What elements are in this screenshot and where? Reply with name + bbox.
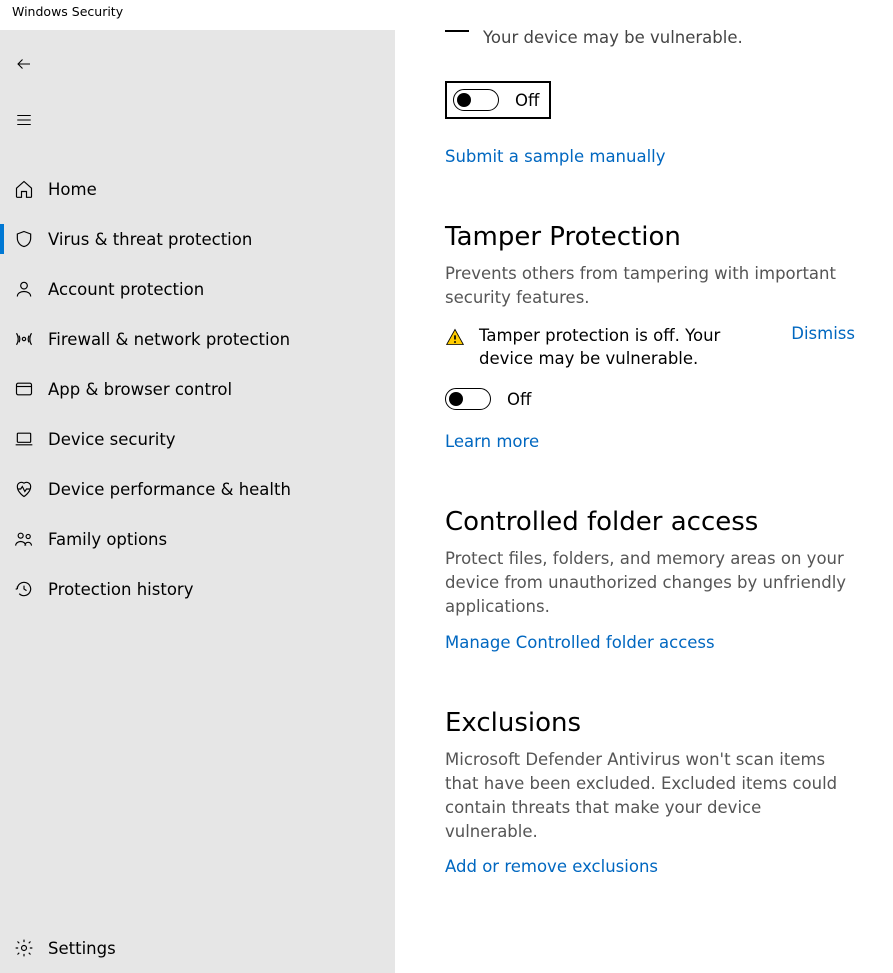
dismiss-link[interactable]: Dismiss — [791, 324, 855, 343]
cfa-title: Controlled folder access — [445, 507, 855, 537]
sidebar-item-settings[interactable]: Settings — [0, 923, 395, 973]
sidebar-item-label: Settings — [48, 939, 116, 958]
exclusions-section: Exclusions Microsoft Defender Antivirus … — [445, 708, 855, 877]
family-icon — [0, 529, 48, 549]
sidebar-item-account[interactable]: Account protection — [0, 264, 395, 314]
heart-icon — [0, 479, 48, 499]
shield-icon — [0, 229, 48, 249]
exclusions-title: Exclusions — [445, 708, 855, 738]
cfa-desc: Protect files, folders, and memory areas… — [445, 547, 855, 619]
sidebar-item-label: Device performance & health — [48, 480, 291, 499]
gear-icon — [0, 938, 48, 958]
sidebar-item-label: Protection history — [48, 580, 193, 599]
warning-icon — [445, 327, 465, 351]
window-title: Windows Security — [0, 0, 893, 30]
sidebar-item-home[interactable]: Home — [0, 164, 395, 214]
sidebar-item-label: Home — [48, 180, 97, 199]
back-button[interactable] — [0, 40, 48, 88]
history-icon — [0, 579, 48, 599]
sidebar-item-virus-threat[interactable]: Virus & threat protection — [0, 214, 395, 264]
hamburger-button[interactable] — [0, 96, 48, 144]
sidebar-item-label: Virus & threat protection — [48, 230, 252, 249]
sidebar-item-firewall[interactable]: Firewall & network protection — [0, 314, 395, 364]
tamper-section: Tamper Protection Prevents others from t… — [445, 222, 855, 451]
sidebar-item-performance[interactable]: Device performance & health — [0, 464, 395, 514]
sidebar-item-app-browser[interactable]: App & browser control — [0, 364, 395, 414]
manage-cfa-link[interactable]: Manage Controlled folder access — [445, 633, 715, 652]
person-icon — [0, 279, 48, 299]
app-icon — [0, 379, 48, 399]
tamper-title: Tamper Protection — [445, 222, 855, 252]
main-content: Your device may be vulnerable. Off Submi… — [395, 30, 893, 973]
home-icon — [0, 179, 48, 199]
submit-sample-link[interactable]: Submit a sample manually — [445, 147, 666, 166]
nav-list: Home Virus & threat protection Account p… — [0, 164, 395, 614]
sample-submission-toggle-focused[interactable]: Off — [445, 81, 551, 119]
toggle-switch[interactable] — [453, 89, 499, 111]
sidebar-item-label: Account protection — [48, 280, 204, 299]
hamburger-icon — [15, 111, 33, 129]
cfa-section: Controlled folder access Protect files, … — [445, 507, 855, 652]
tamper-toggle[interactable] — [445, 388, 491, 410]
toggle-state-label: Off — [507, 390, 531, 409]
laptop-icon — [0, 429, 48, 449]
learn-more-link[interactable]: Learn more — [445, 432, 539, 451]
sidebar-item-label: App & browser control — [48, 380, 232, 399]
exclusions-desc: Microsoft Defender Antivirus won't scan … — [445, 748, 855, 844]
toggle-state-label: Off — [515, 91, 539, 110]
sidebar-item-label: Device security — [48, 430, 176, 449]
sidebar-item-device-security[interactable]: Device security — [0, 414, 395, 464]
sidebar-item-label: Family options — [48, 530, 167, 549]
partial-warning-text: Your device may be vulnerable. — [445, 30, 873, 47]
signal-icon — [0, 329, 48, 349]
exclusions-link[interactable]: Add or remove exclusions — [445, 857, 658, 876]
sidebar-item-history[interactable]: Protection history — [0, 564, 395, 614]
tamper-desc: Prevents others from tampering with impo… — [445, 262, 855, 310]
sidebar: Home Virus & threat protection Account p… — [0, 30, 395, 973]
sidebar-item-family[interactable]: Family options — [0, 514, 395, 564]
sidebar-item-label: Firewall & network protection — [48, 330, 290, 349]
tamper-warning-text: Tamper protection is off. Your device ma… — [479, 324, 761, 370]
back-arrow-icon — [15, 55, 33, 73]
